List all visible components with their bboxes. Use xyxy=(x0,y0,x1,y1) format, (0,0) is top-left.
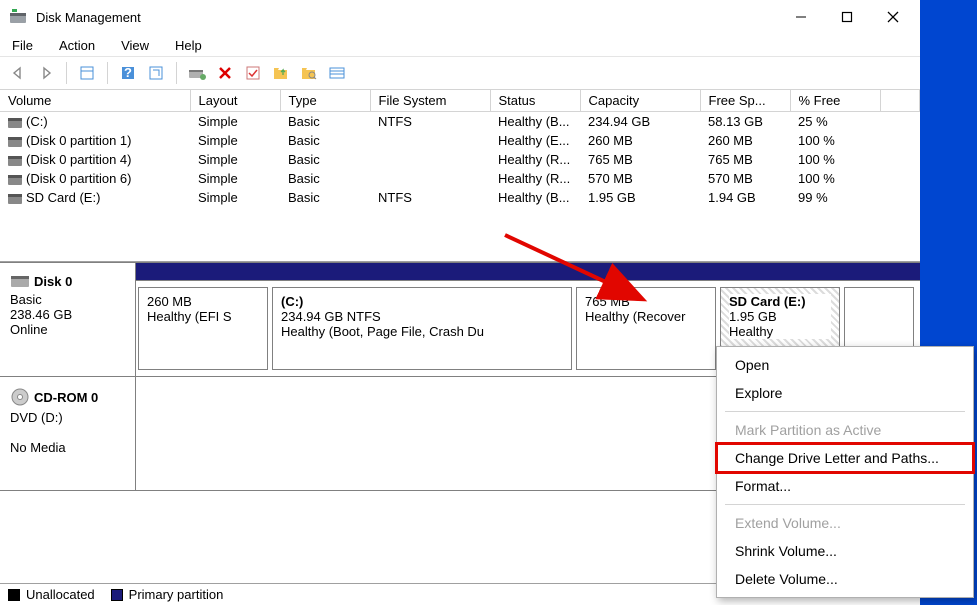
maximize-button[interactable] xyxy=(824,2,870,32)
close-button[interactable] xyxy=(870,2,916,32)
partition-status: Healthy (Recover xyxy=(585,309,685,324)
disk-name: Disk 0 xyxy=(34,274,72,289)
disk-icon xyxy=(10,387,30,410)
menubar: File Action View Help xyxy=(0,34,920,56)
volume-row[interactable]: (Disk 0 partition 6)SimpleBasicHealthy (… xyxy=(0,169,920,188)
drive-icon xyxy=(8,175,22,185)
partition-size: 765 MB xyxy=(585,294,630,309)
volume-list-pane[interactable]: VolumeLayoutTypeFile SystemStatusCapacit… xyxy=(0,90,920,262)
disk-type: DVD (D:) xyxy=(10,410,63,425)
context-separator xyxy=(725,411,965,412)
window-title: Disk Management xyxy=(36,10,141,25)
volume-table: VolumeLayoutTypeFile SystemStatusCapacit… xyxy=(0,90,920,207)
partition-block[interactable]: 765 MBHealthy (Recover xyxy=(576,287,716,370)
disk-name: CD-ROM 0 xyxy=(34,390,98,405)
column-header[interactable]: Volume xyxy=(0,90,190,112)
folder-up-icon[interactable] xyxy=(269,61,293,85)
column-header[interactable]: Capacity xyxy=(580,90,700,112)
disk-size: 238.46 GB xyxy=(10,307,72,322)
drive-icon xyxy=(8,137,22,147)
minimize-button[interactable] xyxy=(778,2,824,32)
context-item-delete-volume[interactable]: Delete Volume... xyxy=(717,565,973,593)
disk-info-panel[interactable]: Disk 0 Basic238.46 GBOnline xyxy=(0,263,136,376)
partition-block[interactable]: 260 MBHealthy (EFI S xyxy=(138,287,268,370)
disk-status: Online xyxy=(10,322,48,337)
context-item-open[interactable]: Open xyxy=(717,351,973,379)
menu-action[interactable]: Action xyxy=(53,37,101,54)
column-header[interactable]: Free Sp... xyxy=(700,90,790,112)
svg-text:?: ? xyxy=(124,65,132,80)
delete-icon[interactable] xyxy=(213,61,237,85)
menu-view[interactable]: View xyxy=(115,37,155,54)
volume-row[interactable]: (C:)SimpleBasicNTFSHealthy (B...234.94 G… xyxy=(0,112,920,132)
legend-label: Unallocated xyxy=(26,587,95,602)
context-separator xyxy=(725,504,965,505)
context-item-shrink-volume[interactable]: Shrink Volume... xyxy=(717,537,973,565)
forward-button[interactable] xyxy=(34,61,58,85)
volume-row[interactable]: (Disk 0 partition 4)SimpleBasicHealthy (… xyxy=(0,150,920,169)
context-item-extend-volume: Extend Volume... xyxy=(717,509,973,537)
drive-icon xyxy=(8,194,22,204)
context-item-change-drive-letter-and-paths[interactable]: Change Drive Letter and Paths... xyxy=(717,444,973,472)
folder-search-icon[interactable] xyxy=(297,61,321,85)
column-header[interactable]: % Free xyxy=(790,90,880,112)
partition-title: (C:) xyxy=(281,294,303,309)
volume-row[interactable]: SD Card (E:)SimpleBasicNTFSHealthy (B...… xyxy=(0,188,920,207)
context-item-format[interactable]: Format... xyxy=(717,472,973,500)
column-header[interactable]: Layout xyxy=(190,90,280,112)
toolbar: ? xyxy=(0,56,920,90)
legend-label: Primary partition xyxy=(129,587,224,602)
context-item-mark-partition-as-active: Mark Partition as Active xyxy=(717,416,973,444)
partition-status: Healthy (Boot, Page File, Crash Du xyxy=(281,324,484,339)
app-icon xyxy=(8,7,28,27)
legend-swatch xyxy=(8,589,20,601)
refresh-button[interactable] xyxy=(144,61,168,85)
help-button[interactable]: ? xyxy=(116,61,140,85)
partition-bar xyxy=(136,263,920,281)
menu-file[interactable]: File xyxy=(6,37,39,54)
titlebar: Disk Management xyxy=(0,0,920,34)
partition-status: Healthy xyxy=(729,324,773,339)
column-header[interactable]: Status xyxy=(490,90,580,112)
disk-status: No Media xyxy=(10,440,66,455)
partition-title: SD Card (E:) xyxy=(729,294,806,309)
partition-status: Healthy (EFI S xyxy=(147,309,232,324)
partition-size: 1.95 GB xyxy=(729,309,777,324)
partition-block[interactable]: (C:)234.94 GB NTFSHealthy (Boot, Page Fi… xyxy=(272,287,572,370)
properties-button[interactable] xyxy=(75,61,99,85)
column-header[interactable]: File System xyxy=(370,90,490,112)
partition-size: 260 MB xyxy=(147,294,192,309)
back-button[interactable] xyxy=(6,61,30,85)
rescan-icon[interactable] xyxy=(185,61,209,85)
disk-info-panel[interactable]: CD-ROM 0 DVD (D:) No Media xyxy=(0,377,136,490)
legend-swatch xyxy=(111,589,123,601)
context-menu: OpenExplore Mark Partition as ActiveChang… xyxy=(716,346,974,598)
volume-row[interactable]: (Disk 0 partition 1)SimpleBasicHealthy (… xyxy=(0,131,920,150)
column-header[interactable]: Type xyxy=(280,90,370,112)
drive-icon xyxy=(8,118,22,128)
disk-icon xyxy=(10,273,30,292)
context-item-explore[interactable]: Explore xyxy=(717,379,973,407)
disk-type: Basic xyxy=(10,292,42,307)
partition-size: 234.94 GB NTFS xyxy=(281,309,381,324)
menu-help[interactable]: Help xyxy=(169,37,208,54)
check-icon[interactable] xyxy=(241,61,265,85)
list-icon[interactable] xyxy=(325,61,349,85)
drive-icon xyxy=(8,156,22,166)
